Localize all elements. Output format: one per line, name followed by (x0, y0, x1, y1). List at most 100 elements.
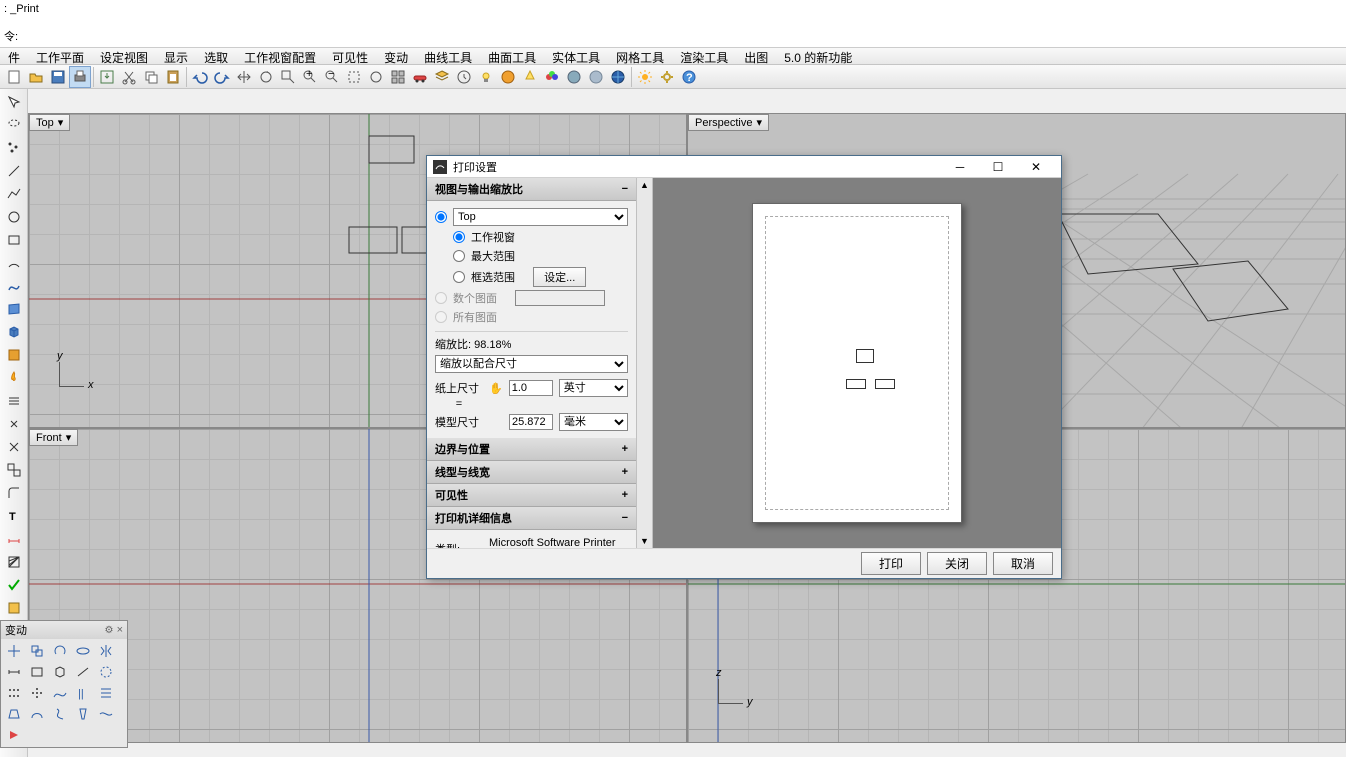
dialog-titlebar[interactable]: 打印设置 ─ ☐ ✕ (427, 156, 1061, 178)
close-icon[interactable]: × (117, 624, 123, 636)
env1-icon[interactable] (563, 66, 585, 88)
expand-icon[interactable]: + (622, 466, 628, 478)
set-window-button[interactable]: 设定... (533, 267, 586, 287)
spotlight-icon[interactable] (519, 66, 541, 88)
close-button[interactable]: 关闭 (927, 552, 987, 575)
viewport-label-persp[interactable]: Perspective▾ (688, 114, 769, 131)
paper-unit-selector[interactable]: 英寸 (559, 379, 628, 397)
viewport-label-top[interactable]: Top▾ (29, 114, 70, 131)
play-icon[interactable] (3, 725, 25, 745)
paste-icon[interactable] (162, 66, 184, 88)
maximize-icon[interactable]: ☐ (979, 156, 1017, 178)
lasso-icon[interactable] (2, 114, 26, 136)
view-selector[interactable]: Top (453, 208, 628, 226)
minimize-icon[interactable]: ─ (941, 156, 979, 178)
paper-value-input[interactable] (509, 380, 553, 396)
light-icon[interactable] (475, 66, 497, 88)
flow-icon[interactable] (95, 704, 117, 724)
rect-icon[interactable] (2, 229, 26, 251)
new-icon[interactable] (3, 66, 25, 88)
close-icon[interactable]: ✕ (1017, 156, 1055, 178)
redo-icon[interactable] (211, 66, 233, 88)
render-icon[interactable] (497, 66, 519, 88)
shear-icon[interactable] (3, 704, 25, 724)
radio-viewport[interactable] (453, 231, 465, 243)
history-icon[interactable] (453, 66, 475, 88)
menu-solidtools[interactable]: 实体工具 (544, 48, 608, 64)
extract-icon[interactable] (2, 344, 26, 366)
4view-icon[interactable] (387, 66, 409, 88)
move-icon[interactable] (3, 641, 25, 661)
chevron-down-icon[interactable]: ▾ (58, 116, 64, 129)
mirror-icon[interactable] (95, 641, 117, 661)
rotate2d-icon[interactable] (49, 641, 71, 661)
twist-icon[interactable] (49, 704, 71, 724)
collapse-icon[interactable]: − (622, 512, 628, 524)
surface-icon[interactable] (2, 298, 26, 320)
menu-newin5[interactable]: 5.0 的新功能 (776, 48, 860, 64)
scale2d-icon[interactable] (26, 662, 48, 682)
dim-icon[interactable] (2, 528, 26, 550)
arraycrv-icon[interactable] (49, 683, 71, 703)
save-icon[interactable] (47, 66, 69, 88)
section-printer-info[interactable]: 打印机详细信息− (427, 507, 636, 530)
align-icon[interactable] (95, 683, 117, 703)
flame-icon[interactable] (2, 367, 26, 389)
menu-visibility[interactable]: 可见性 (324, 48, 376, 64)
scale1d-icon[interactable] (3, 662, 25, 682)
section-margins[interactable]: 边界与位置+ (427, 438, 636, 461)
globe-icon[interactable] (607, 66, 629, 88)
model-value-input[interactable] (509, 414, 553, 430)
check-icon[interactable] (2, 574, 26, 596)
section-visibility[interactable]: 可见性+ (427, 484, 636, 507)
hatch-icon[interactable] (2, 551, 26, 573)
explode-icon[interactable] (2, 413, 26, 435)
copy-icon[interactable] (26, 641, 48, 661)
open-icon[interactable] (25, 66, 47, 88)
polyline-icon[interactable] (2, 183, 26, 205)
gear-icon[interactable] (656, 66, 678, 88)
scroll-up-icon[interactable]: ▲ (638, 178, 651, 192)
menu-display[interactable]: 显示 (156, 48, 196, 64)
zoom-dynamic-icon[interactable]: + (299, 66, 321, 88)
menu-transform[interactable]: 变动 (376, 48, 416, 64)
text-icon[interactable]: T (2, 505, 26, 527)
pan-icon[interactable] (233, 66, 255, 88)
chevron-down-icon[interactable]: ▾ (66, 431, 72, 444)
zoom-selected-icon[interactable] (343, 66, 365, 88)
scale3d-icon[interactable] (49, 662, 71, 682)
model-unit-selector[interactable]: 毫米 (559, 413, 628, 431)
help-icon[interactable]: ? (678, 66, 700, 88)
hand-icon[interactable]: ✋ (489, 382, 503, 395)
arrow-icon[interactable] (2, 91, 26, 113)
gear-icon[interactable]: ⚙ (105, 625, 114, 636)
zoom-extents-icon[interactable]: − (321, 66, 343, 88)
expand-icon[interactable]: + (622, 489, 628, 501)
setpt-icon[interactable]: || (72, 683, 94, 703)
panel-titlebar[interactable]: 变动 ⚙ × (1, 621, 127, 639)
scroll-down-icon[interactable]: ▼ (638, 534, 651, 548)
menu-surfacetools[interactable]: 曲面工具 (480, 48, 544, 64)
section-view-scale[interactable]: 视图与输出缩放比 − (427, 178, 636, 201)
menu-select[interactable]: 选取 (196, 48, 236, 64)
section-linetype[interactable]: 线型与线宽+ (427, 461, 636, 484)
menu-viewport[interactable]: 工作视窗配置 (236, 48, 324, 64)
radio-view[interactable] (435, 211, 447, 223)
circle-icon[interactable] (2, 206, 26, 228)
menu-setview[interactable]: 设定视图 (92, 48, 156, 64)
radio-window[interactable] (453, 271, 465, 283)
arc-icon[interactable] (2, 252, 26, 274)
line-icon[interactable] (2, 160, 26, 182)
radio-extent[interactable] (453, 250, 465, 262)
zoom-1to1-icon[interactable] (365, 66, 387, 88)
material-icon[interactable] (541, 66, 563, 88)
menu-curvetools[interactable]: 曲线工具 (416, 48, 480, 64)
orient-icon[interactable] (95, 662, 117, 682)
trim-icon[interactable] (2, 390, 26, 412)
env2-icon[interactable] (585, 66, 607, 88)
tool-icon[interactable] (2, 597, 26, 619)
array-icon[interactable] (3, 683, 25, 703)
menu-cplane[interactable]: 工作平面 (28, 48, 92, 64)
point-icon[interactable] (2, 137, 26, 159)
settings-scrollbar[interactable]: ▲ ▼ (637, 178, 653, 548)
